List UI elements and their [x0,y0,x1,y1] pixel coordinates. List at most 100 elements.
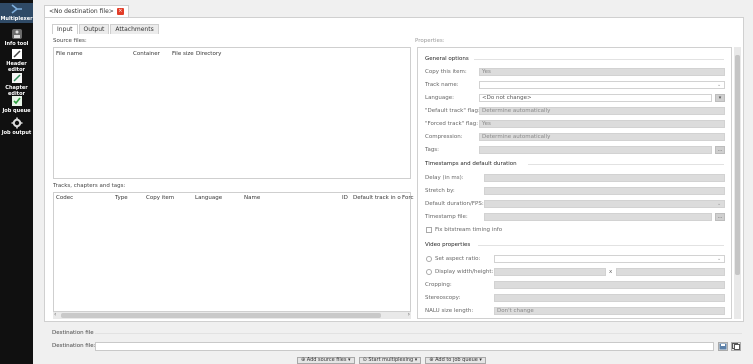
sidebar-item-job-output[interactable]: Job output [0,117,33,136]
properties-panel: General options Copy this item: Yes Trac… [417,47,732,319]
column-copy-item[interactable]: Copy item [146,195,174,201]
destination-group-title: Destination file [52,330,94,336]
timestamp-file-field[interactable] [484,213,712,221]
source-files-title: Source files: [53,38,87,44]
default-track-label: "Default track" flag: [425,108,480,114]
default-duration-select[interactable] [484,200,725,208]
cropping-label: Cropping: [425,282,452,288]
start-multiplexing-button[interactable]: ⊙ Start multiplexing ▾ [358,357,422,364]
chevron-down-icon: ⌄ [717,82,722,88]
aspect-ratio-select[interactable] [494,255,725,263]
chevron-down-icon: ⌄ [717,256,722,262]
group-divider [478,245,724,246]
sidebar-item-header-editor[interactable]: Header editor [0,48,33,73]
save-icon [719,343,727,350]
scroll-right-icon[interactable]: › [408,311,410,318]
sidebar-item-info-tool[interactable]: Info tool [0,28,33,47]
copy-icon [732,343,740,350]
copy-item-label: Copy this item: [425,69,467,75]
close-icon[interactable]: × [116,8,124,15]
info-tool-icon [11,29,22,39]
column-id[interactable]: ID [342,195,348,201]
sidebar-item-multiplexer[interactable]: Multiplexer [0,3,33,23]
dimension-separator: x [609,269,613,275]
forced-track-label: "Forced track" flag: [425,121,479,127]
aspect-ratio-radio[interactable] [426,256,432,262]
job-output-icon [11,117,22,129]
scrollbar-thumb[interactable] [735,55,740,275]
track-name-field[interactable] [479,81,725,89]
language-select[interactable]: <Do not change> [479,94,712,102]
properties-vertical-scrollbar[interactable] [734,47,741,319]
bottom-action-bar: ⊕ Add source files ▾ ⊙ Start multiplexin… [297,357,486,364]
column-language[interactable]: Language [195,195,222,201]
timestamp-file-browse-button[interactable]: … [715,213,725,221]
aspect-ratio-label: Set aspect ratio: [435,256,481,262]
save-file-button[interactable] [718,342,728,351]
language-options-button[interactable]: ▾ [715,94,725,102]
display-height-field[interactable] [616,268,725,276]
timestamps-title: Timestamps and default duration [425,161,517,167]
document-tab-label: <No destination file> [49,8,114,15]
forced-track-select[interactable]: Yes [479,120,725,128]
sidebar-item-label: Job queue [2,108,31,114]
tab-attachments[interactable]: Attachments [110,24,159,34]
tracks-list[interactable] [53,192,411,312]
compression-label: Compression: [425,134,463,140]
column-container[interactable]: Container [133,51,160,57]
fix-bitstream-checkbox[interactable] [426,227,432,233]
delay-field[interactable] [484,174,725,182]
tracks-title: Tracks, chapters and tags: [53,183,126,189]
tab-output[interactable]: Output [78,24,110,34]
add-to-job-queue-button[interactable]: ⊕ Add to job queue ▾ [425,357,486,364]
sidebar-item-label: Multiplexer [0,16,33,22]
nalu-label: NALU size length: [425,308,474,314]
destination-label: Destination file: [52,343,96,349]
default-duration-label: Default duration/FPS: [425,201,484,207]
display-width-field[interactable] [494,268,606,276]
cropping-field[interactable] [494,281,725,289]
video-properties-title: Video properties [425,242,471,248]
sidebar-item-job-queue[interactable]: Job queue [0,95,33,114]
column-file-name[interactable]: File name [56,51,83,57]
chapter-editor-icon [11,73,22,83]
scrollbar-thumb[interactable] [61,313,381,318]
tags-field[interactable] [479,146,712,154]
sidebar-item-label: Job output [1,130,32,136]
column-name[interactable]: Name [244,195,260,201]
destination-file-field[interactable] [95,342,714,351]
track-name-label: Track name: [425,82,459,88]
source-files-list[interactable] [53,47,411,179]
group-divider [95,333,742,334]
column-type[interactable]: Type [115,195,128,201]
group-divider [474,59,724,60]
compression-select[interactable]: Determine automatically [479,133,725,141]
header-editor-icon [11,49,22,59]
language-label: Language: [425,95,454,101]
timestamp-file-label: Timestamp file: [425,214,468,220]
document-tab[interactable]: <No destination file> × [44,5,129,17]
tags-browse-button[interactable]: … [715,146,725,154]
tab-input[interactable]: Input [52,24,78,34]
column-directory[interactable]: Directory [196,51,221,57]
nalu-select[interactable]: Don't change [494,307,725,315]
copy-file-button[interactable] [731,342,741,351]
column-codec[interactable]: Codec [56,195,73,201]
input-tabs: Input Output Attachments [52,24,160,34]
general-options-title: General options [425,56,469,62]
sidebar-item-chapter-editor[interactable]: Chapter editor [0,72,33,97]
scroll-left-icon[interactable]: ‹ [54,311,56,318]
column-default-track[interactable]: Default track in o [353,195,401,201]
column-forced[interactable]: Forc [402,195,414,201]
add-source-files-button[interactable]: ⊕ Add source files ▾ [297,357,355,364]
display-wh-radio[interactable] [426,269,432,275]
stereoscopy-select[interactable] [494,294,725,302]
chevron-down-icon: ⌄ [717,201,722,207]
stretch-field[interactable] [484,187,725,195]
sidebar: Multiplexer Info tool Header editor Chap… [0,0,33,364]
copy-item-select[interactable]: Yes [479,68,725,76]
tracks-horizontal-scrollbar[interactable]: ‹ › [53,311,411,319]
column-file-size[interactable]: File size [172,51,194,57]
stretch-label: Stretch by: [425,188,455,194]
default-track-select[interactable]: Determine automatically [479,107,725,115]
